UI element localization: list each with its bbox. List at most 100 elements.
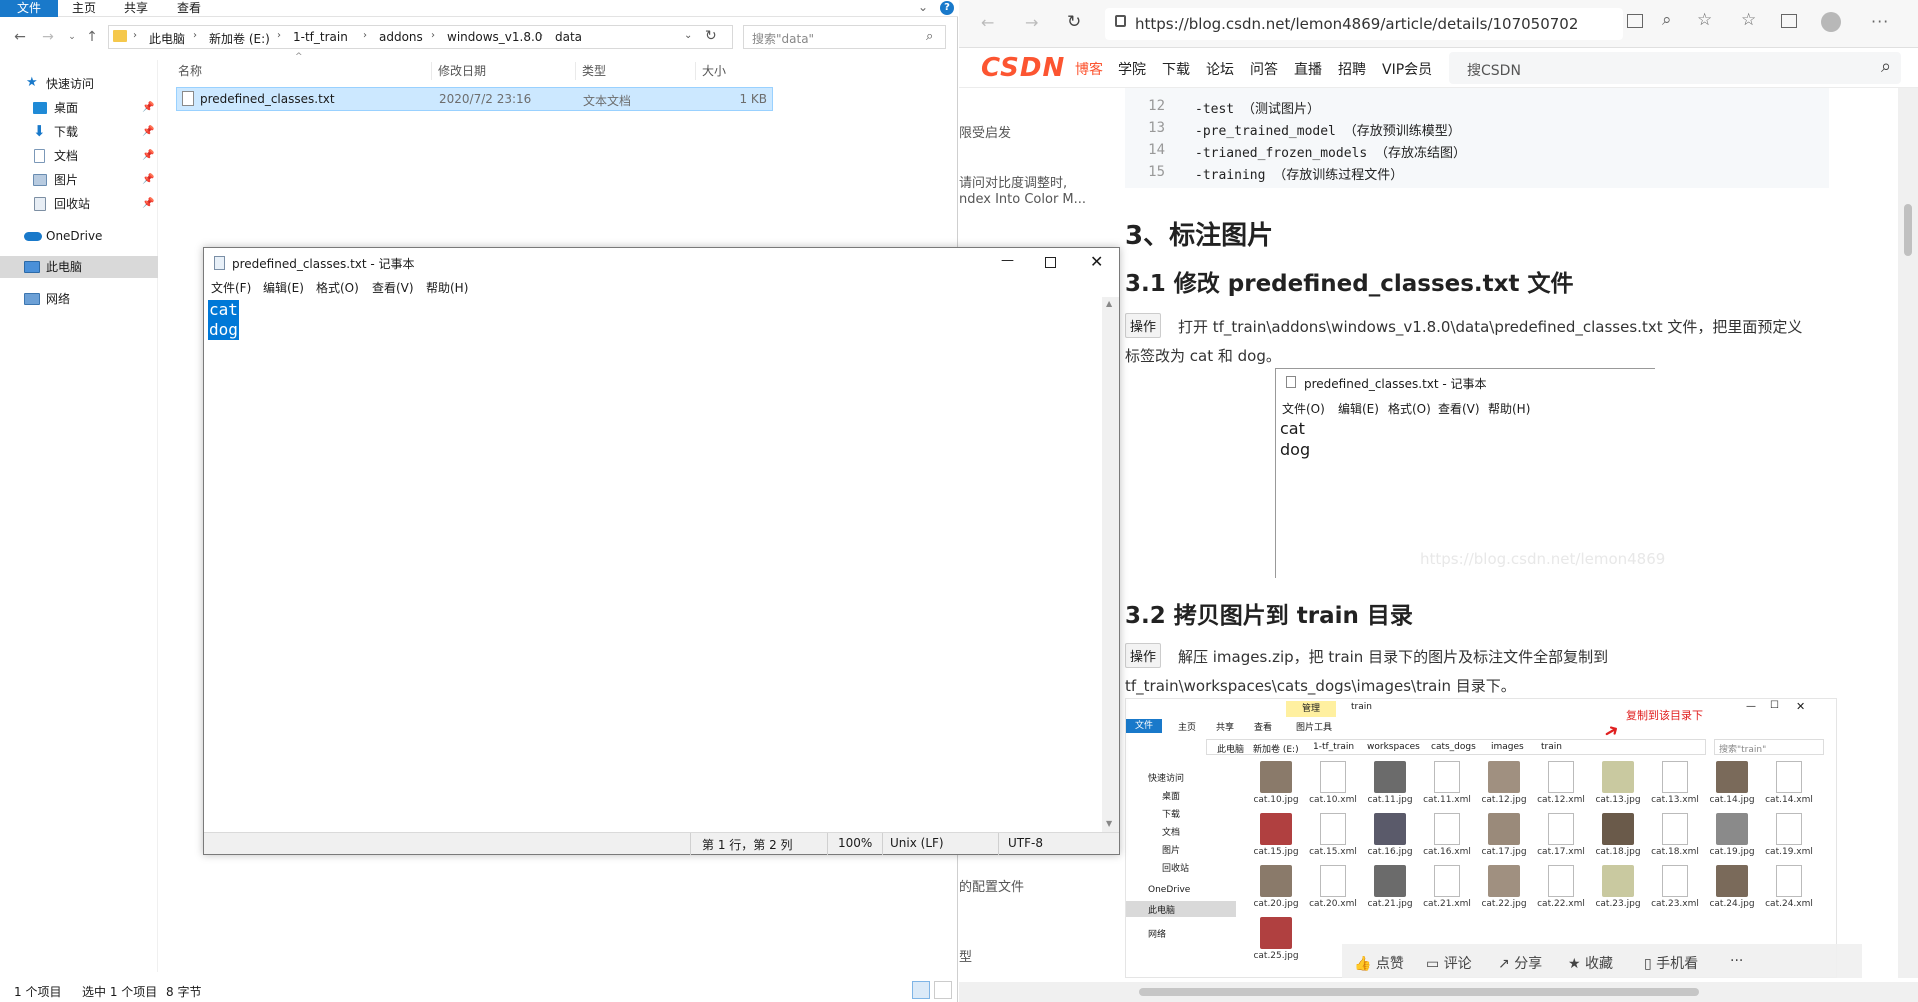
- sidebar-snippet[interactable]: 请问对比度调整时,: [959, 172, 1067, 191]
- back-icon[interactable]: ←: [981, 13, 994, 32]
- nav-qa[interactable]: 问答: [1250, 59, 1278, 79]
- notepad-title-bar[interactable]: predefined_classes.txt - 记事本 — ✕: [204, 248, 1119, 277]
- breadcrumb-addons[interactable]: addons: [379, 30, 423, 44]
- search-input[interactable]: 搜索"data": [752, 30, 814, 47]
- csdn-logo[interactable]: CSDN: [981, 53, 1065, 83]
- minimize-button[interactable]: —: [1001, 253, 1014, 268]
- favorites-list-icon[interactable]: ☆: [1741, 10, 1756, 30]
- search-icon[interactable]: ⌕: [1881, 56, 1891, 77]
- vertical-scrollbar[interactable]: ▲ ▼: [1102, 297, 1119, 832]
- sidebar-snippet[interactable]: 限受启发: [959, 122, 1011, 141]
- more-actions-icon[interactable]: ···: [1730, 953, 1743, 969]
- url-text: https://blog.csdn.net/lemon4869/article/…: [1135, 15, 1579, 33]
- nav-jobs[interactable]: 招聘: [1338, 59, 1366, 79]
- menu-help[interactable]: 帮助(H): [426, 279, 468, 296]
- back-icon[interactable]: ←: [12, 29, 28, 45]
- comment-button[interactable]: ▭ 评论: [1426, 953, 1472, 973]
- column-name[interactable]: 名称: [172, 62, 432, 80]
- ribbon-tab-home[interactable]: 主页: [62, 0, 106, 17]
- csdn-search-input[interactable]: 搜CSDN: [1467, 60, 1521, 80]
- embedded-notepad-screenshot: predefined_classes.txt - 记事本 文件(O) 编辑(E)…: [1275, 368, 1655, 578]
- nav-forum[interactable]: 论坛: [1206, 59, 1234, 79]
- breadcrumb-windows[interactable]: windows_v1.8.0: [447, 30, 542, 44]
- zoom-icon[interactable]: ⌕: [1662, 10, 1672, 30]
- up-icon[interactable]: ↑: [84, 29, 100, 45]
- csdn-search-box[interactable]: 搜CSDN: [1449, 52, 1901, 84]
- like-button[interactable]: 👍 点赞: [1354, 953, 1404, 973]
- scroll-up-icon[interactable]: ▲: [1106, 299, 1112, 308]
- menu-view[interactable]: 查看(V): [372, 279, 414, 296]
- breadcrumb-tf-train[interactable]: 1-tf_train: [293, 30, 348, 44]
- sidebar-snippet[interactable]: ndex Into Color M...: [959, 192, 1086, 207]
- nav-downloads[interactable]: ⬇ 下载 📌: [0, 121, 158, 143]
- nav-this-pc[interactable]: 此电脑: [0, 256, 158, 278]
- column-date[interactable]: 修改日期: [432, 62, 576, 80]
- nav-blog[interactable]: 博客: [1075, 59, 1103, 79]
- nav-academy[interactable]: 学院: [1118, 59, 1146, 79]
- embedded-menu: 文件(O): [1282, 402, 1325, 416]
- nav-desktop[interactable]: 桌面 📌: [0, 97, 158, 119]
- horizontal-scrollbar-thumb[interactable]: [1139, 988, 1699, 996]
- embedded-file-item: cat.20.jpg: [1250, 865, 1302, 917]
- nav-network[interactable]: 网络: [0, 288, 158, 310]
- maximize-button[interactable]: [1045, 257, 1056, 268]
- reload-icon[interactable]: ↻: [1067, 12, 1081, 32]
- page-scrollbar[interactable]: [1898, 88, 1918, 978]
- reader-mode-icon[interactable]: [1627, 14, 1643, 28]
- mobile-button[interactable]: ▯ 手机看: [1644, 953, 1698, 973]
- sidebar-snippet[interactable]: 的配置文件: [959, 876, 1024, 895]
- ribbon-tab-share[interactable]: 共享: [114, 0, 158, 17]
- nav-quick-access[interactable]: ★ 快速访问: [0, 73, 158, 95]
- embedded-line: cat: [1280, 419, 1305, 438]
- notepad-text-area[interactable]: cat dog: [204, 297, 1102, 832]
- notepad-window: predefined_classes.txt - 记事本 — ✕ 文件(F) 编…: [203, 247, 1120, 855]
- breadcrumb-drive[interactable]: 新加卷 (E:): [209, 30, 270, 47]
- breadcrumb-this-pc[interactable]: 此电脑: [149, 30, 185, 47]
- horizontal-scrollbar[interactable]: [959, 982, 1918, 1002]
- menu-edit[interactable]: 编辑(E): [263, 279, 304, 296]
- details-view-icon[interactable]: [912, 981, 930, 999]
- nav-documents[interactable]: 文档 📌: [0, 145, 158, 167]
- more-menu-icon[interactable]: ···: [1871, 12, 1889, 31]
- large-icons-view-icon[interactable]: [934, 981, 952, 999]
- breadcrumb-data[interactable]: data: [555, 30, 582, 44]
- embedded-tab: 图片工具: [1296, 723, 1333, 733]
- favorite-button[interactable]: ★ 收藏: [1568, 953, 1613, 973]
- ribbon-tab-file[interactable]: 文件: [0, 0, 58, 17]
- embedded-file-name: cat.14.jpg: [1709, 795, 1755, 805]
- menu-format[interactable]: 格式(O): [316, 279, 359, 296]
- close-button[interactable]: ✕: [1090, 252, 1103, 271]
- favorite-icon[interactable]: ☆: [1697, 10, 1712, 30]
- scroll-down-icon[interactable]: ▼: [1106, 819, 1112, 828]
- menu-file[interactable]: 文件(F): [211, 279, 251, 296]
- search-icon[interactable]: ⌕: [926, 29, 933, 44]
- share-button[interactable]: ↗ 分享: [1498, 953, 1542, 973]
- nav-vip[interactable]: VIP会员: [1382, 59, 1432, 79]
- profile-avatar[interactable]: [1821, 12, 1841, 32]
- ribbon-expand-icon[interactable]: ⌄: [918, 0, 928, 14]
- collections-icon[interactable]: [1781, 14, 1797, 28]
- ribbon-tab-view[interactable]: 查看: [167, 0, 211, 17]
- forward-icon[interactable]: →: [40, 29, 56, 45]
- address-dropdown-icon[interactable]: ⌄: [684, 30, 692, 41]
- nav-download[interactable]: 下载: [1162, 59, 1190, 79]
- scrollbar-thumb[interactable]: [1904, 204, 1912, 256]
- url-bar[interactable]: https://blog.csdn.net/lemon4869/article/…: [1105, 8, 1623, 40]
- nav-recycle-bin[interactable]: 回收站 📌: [0, 193, 158, 215]
- xml-file-icon: [1434, 813, 1460, 845]
- column-size[interactable]: 大小: [696, 62, 773, 80]
- embedded-file-name: cat.19.jpg: [1709, 847, 1755, 857]
- refresh-icon[interactable]: ↻: [705, 28, 717, 44]
- help-icon[interactable]: ?: [940, 1, 954, 15]
- recent-dropdown-icon[interactable]: ⌄: [64, 29, 80, 45]
- file-row[interactable]: predefined_classes.txt 2020/7/2 23:16 文本…: [176, 87, 773, 111]
- sidebar-snippet[interactable]: 型: [959, 946, 972, 965]
- nav-live[interactable]: 直播: [1294, 59, 1322, 79]
- forward-icon[interactable]: →: [1025, 13, 1038, 32]
- breadcrumb-separator-icon: ›: [133, 30, 137, 41]
- search-box[interactable]: 搜索"data" ⌕: [743, 25, 946, 49]
- nav-pictures[interactable]: 图片 📌: [0, 169, 158, 191]
- nav-onedrive[interactable]: OneDrive: [0, 225, 158, 247]
- column-type[interactable]: 类型: [576, 62, 696, 80]
- address-bar[interactable]: › 此电脑 › 新加卷 (E:) › 1-tf_train › addons ›…: [108, 25, 733, 49]
